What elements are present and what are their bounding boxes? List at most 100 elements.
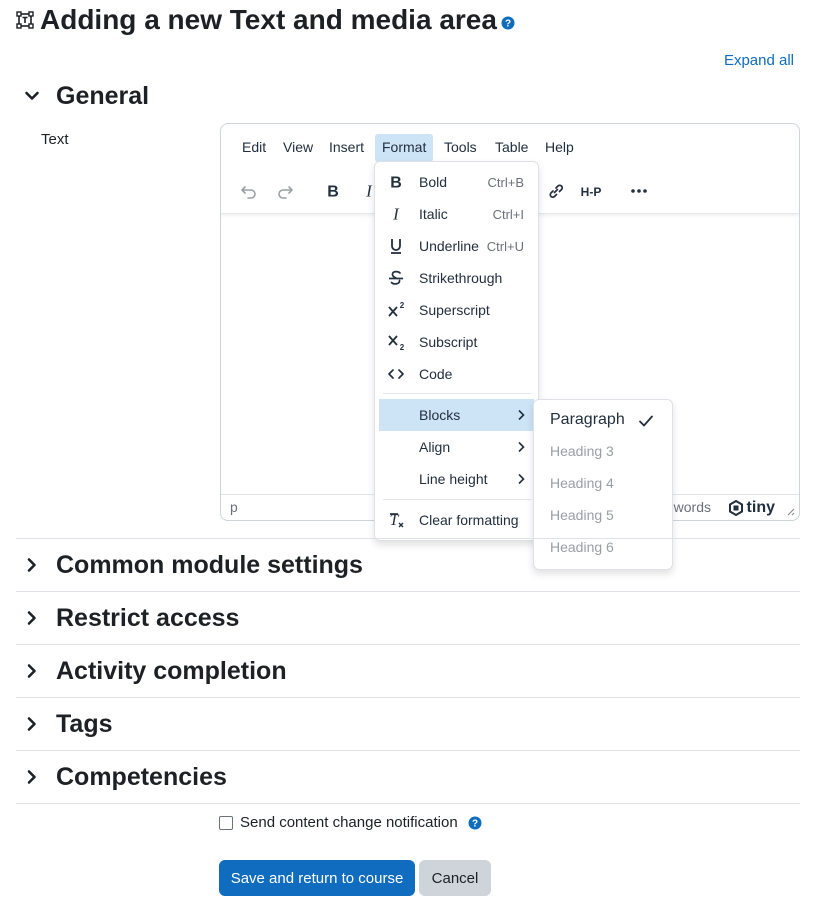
menu-divider xyxy=(383,499,531,500)
element-path[interactable]: p xyxy=(230,499,238,515)
superscript-icon: 2 xyxy=(379,300,413,320)
clear-formatting-icon: T xyxy=(379,510,413,530)
section-divider xyxy=(16,538,800,539)
page-title: Adding a new Text and media area xyxy=(40,4,497,35)
section-general-header[interactable]: General xyxy=(16,74,800,118)
undo-icon[interactable] xyxy=(232,174,266,208)
menu-edit[interactable]: Edit xyxy=(235,134,273,162)
chevron-right-icon xyxy=(514,409,534,421)
menu-item-clear-formatting[interactable]: T Clear formatting xyxy=(379,504,534,536)
block-option-paragraph[interactable]: Paragraph xyxy=(550,411,670,429)
menu-item-line-height[interactable]: Line height xyxy=(379,463,534,495)
chevron-right-icon xyxy=(16,608,48,628)
link-icon[interactable] xyxy=(539,174,573,208)
code-icon xyxy=(379,364,413,384)
chevron-right-icon xyxy=(16,661,48,681)
menu-item-label: Blocks xyxy=(419,407,461,423)
section-divider xyxy=(16,750,800,751)
block-option-heading-3[interactable]: Heading 3 xyxy=(550,443,670,459)
notify-label[interactable]: Send content change notification xyxy=(240,814,458,831)
section-tags-header[interactable]: Tags xyxy=(16,702,800,746)
underline-icon xyxy=(379,236,413,256)
block-option-heading-5[interactable]: Heading 5 xyxy=(550,507,670,523)
svg-text:?: ? xyxy=(472,818,478,829)
menu-item-underline[interactable]: Underline Ctrl+U xyxy=(379,230,534,262)
section-common-header[interactable]: Common module settings xyxy=(16,543,800,587)
tiny-brand-text: tiny xyxy=(746,499,775,516)
section-common-title: Common module settings xyxy=(56,550,363,579)
menu-item-blocks[interactable]: Blocks xyxy=(379,399,534,431)
format-dropdown-menu: B Bold Ctrl+B I Italic Ctrl+I Underline … xyxy=(374,161,539,541)
menu-item-label: Superscript xyxy=(419,302,490,318)
menu-item-strikethrough[interactable]: Strikethrough xyxy=(379,262,534,294)
svg-text:B: B xyxy=(327,184,339,201)
chevron-right-icon xyxy=(514,473,534,485)
expand-all-link[interactable]: Expand all xyxy=(724,52,794,69)
bold-icon[interactable]: B xyxy=(316,174,350,208)
menu-item-label: Subscript xyxy=(419,334,478,350)
help-icon[interactable]: ? xyxy=(501,16,515,30)
svg-text:I: I xyxy=(365,182,373,201)
redo-icon[interactable] xyxy=(268,174,302,208)
svg-text:I: I xyxy=(392,205,400,224)
more-options-icon[interactable] xyxy=(622,174,656,208)
menu-item-bold[interactable]: B Bold Ctrl+B xyxy=(379,166,534,198)
menu-item-superscript[interactable]: 2 Superscript xyxy=(379,294,534,326)
section-completion-title: Activity completion xyxy=(56,656,287,685)
svg-text:2: 2 xyxy=(400,343,405,352)
menu-item-subscript[interactable]: 2 Subscript xyxy=(379,326,534,358)
menu-insert[interactable]: Insert xyxy=(322,134,371,162)
italic-icon: I xyxy=(379,204,413,224)
section-divider xyxy=(16,644,800,645)
menu-view[interactable]: View xyxy=(276,134,320,162)
section-tags-title: Tags xyxy=(56,709,113,738)
menu-help[interactable]: Help xyxy=(538,134,581,162)
menu-item-label: Clear formatting xyxy=(419,512,519,528)
menu-item-code[interactable]: Code xyxy=(379,358,534,390)
chevron-right-icon xyxy=(16,767,48,787)
menu-item-align[interactable]: Align xyxy=(379,431,534,463)
menu-tools[interactable]: Tools xyxy=(437,134,484,162)
section-divider xyxy=(16,697,800,698)
page-heading: Adding a new Text and media area ? xyxy=(16,2,515,38)
menu-item-label: Italic xyxy=(419,206,448,222)
text-field-label: Text xyxy=(41,131,69,148)
section-divider xyxy=(16,591,800,592)
block-option-heading-4[interactable]: Heading 4 xyxy=(550,475,670,491)
menu-format[interactable]: Format xyxy=(375,134,434,162)
notify-checkbox[interactable] xyxy=(219,815,233,830)
section-restrict-header[interactable]: Restrict access xyxy=(16,596,800,640)
menu-table[interactable]: Table xyxy=(488,134,535,162)
section-competencies-header[interactable]: Competencies xyxy=(16,755,800,799)
section-completion-header[interactable]: Activity completion xyxy=(16,649,800,693)
svg-text:?: ? xyxy=(505,19,511,30)
resize-handle-icon[interactable] xyxy=(785,506,795,516)
notify-row: Send content change notification ? xyxy=(219,814,482,831)
save-and-return-button[interactable]: Save and return to course xyxy=(219,860,415,896)
chevron-right-icon xyxy=(16,555,48,575)
chevron-right-icon xyxy=(514,441,534,453)
svg-text:2: 2 xyxy=(400,301,405,310)
block-option-label: Paragraph xyxy=(550,411,625,428)
help-icon[interactable]: ? xyxy=(468,816,482,830)
section-competencies-title: Competencies xyxy=(56,762,227,791)
shortcut-label: Ctrl+U xyxy=(486,238,524,254)
menu-item-label: Line height xyxy=(419,471,488,487)
shortcut-label: Ctrl+B xyxy=(487,174,524,190)
menu-item-italic[interactable]: I Italic Ctrl+I xyxy=(379,198,534,230)
menu-item-label: Underline xyxy=(419,238,479,254)
h5p-icon[interactable]: H-P xyxy=(574,174,608,208)
strikethrough-icon xyxy=(379,268,413,288)
cancel-button[interactable]: Cancel xyxy=(419,860,491,896)
section-general-title: General xyxy=(56,81,150,110)
tiny-icon xyxy=(728,500,743,516)
word-count[interactable]: words xyxy=(674,499,711,515)
svg-text:H-P: H-P xyxy=(581,185,602,199)
shortcut-label: Ctrl+I xyxy=(492,206,524,222)
text-and-media-area-icon xyxy=(16,11,34,29)
menu-item-label: Strikethrough xyxy=(419,270,503,286)
bold-icon: B xyxy=(379,172,413,192)
section-divider xyxy=(16,803,800,804)
chevron-right-icon xyxy=(16,714,48,734)
tiny-logo[interactable]: tiny xyxy=(728,499,775,517)
